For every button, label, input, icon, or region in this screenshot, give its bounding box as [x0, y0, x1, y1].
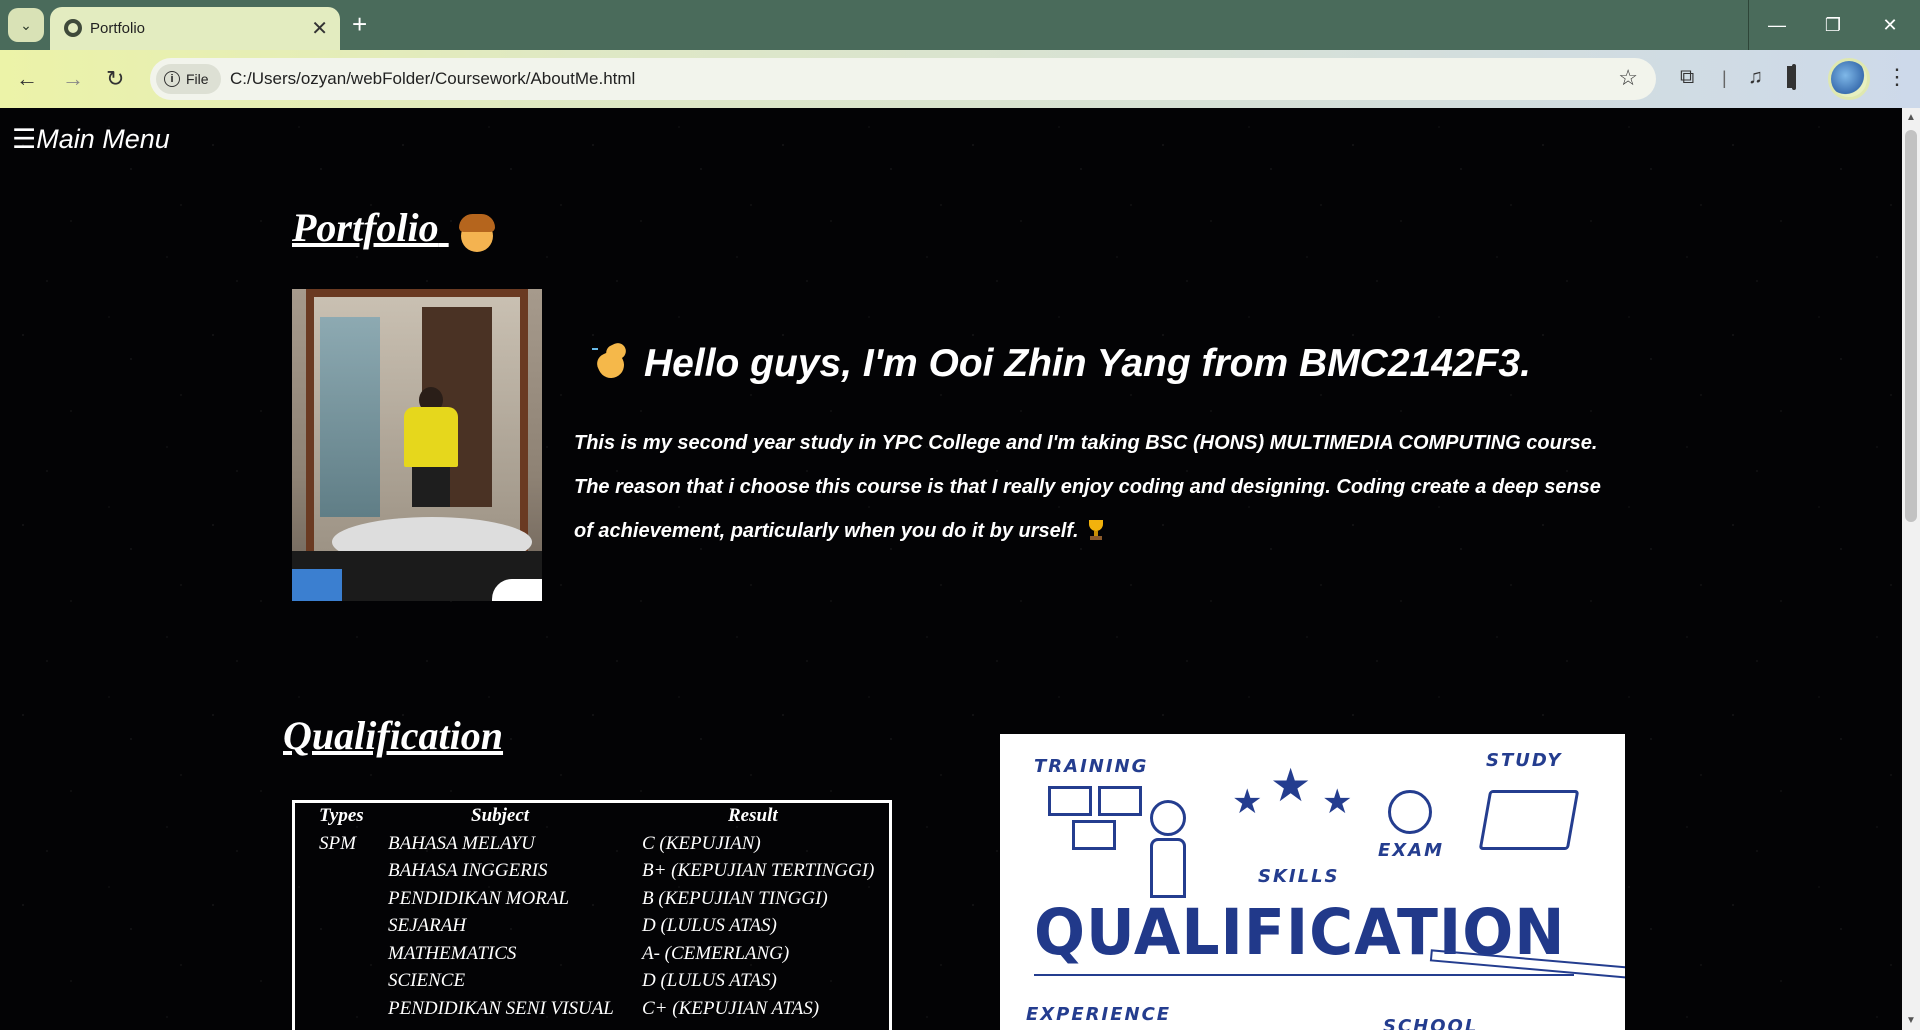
- main-menu-label: Main Menu: [36, 124, 170, 154]
- qualification-table: Types Subject Result SPM BAHASA MELAYU C…: [292, 800, 892, 1030]
- site-info-label: File: [186, 71, 209, 87]
- table-row: BAHASA INGGERIS B+ (KEPUJIAN TERTINGGI): [295, 858, 889, 886]
- table-row: PENDIDIKAN SENI VISUAL C+ (KEPUJIAN ATAS…: [295, 996, 889, 1024]
- column-header-types: Types: [319, 805, 364, 826]
- board-sketch-icon: [1098, 786, 1142, 816]
- cell-subject: MATHEMATICS: [388, 942, 517, 964]
- reload-button[interactable]: ↻: [106, 66, 124, 92]
- person-head-sketch-icon: [1150, 800, 1186, 836]
- media-control-icon[interactable]: ♫: [1748, 66, 1763, 89]
- forward-button[interactable]: →: [62, 66, 84, 92]
- cell-result: B+ (KEPUJIAN TERTINGGI): [642, 860, 875, 881]
- qualification-illustration: TRAINING STUDY EXAM SKILLS EXPERIENCE SC…: [1000, 734, 1625, 1030]
- tab-strip: ⌄ Portfolio ✕ + — ❐ ✕: [0, 0, 1920, 50]
- url-text[interactable]: C:/Users/ozyan/webFolder/Coursework/Abou…: [230, 69, 635, 89]
- new-tab-button[interactable]: +: [352, 9, 367, 40]
- profile-avatar[interactable]: [1828, 58, 1870, 100]
- tab-title: Portfolio: [90, 20, 146, 37]
- restore-button[interactable]: ❐: [1805, 0, 1861, 50]
- cell-subject: SEJARAH: [388, 915, 467, 936]
- table-row: SPM BAHASA MELAYU C (KEPUJIAN): [295, 831, 889, 859]
- browser-toolbar: ← → ↻ i File C:/Users/ozyan/webFolder/Co…: [0, 50, 1920, 108]
- column-header-subject: Subject: [471, 805, 530, 826]
- illustration-underline: [1034, 974, 1574, 976]
- cell-result: B (KEPUJIAN TINGGI): [642, 887, 828, 909]
- chevron-down-icon: ⌄: [20, 16, 32, 33]
- table-row: MATHEMATICS A- (CEMERLANG): [295, 941, 889, 969]
- table-row: SCIENCE D (LULUS ATAS): [295, 968, 889, 996]
- books-icon: [1478, 790, 1580, 850]
- star-icon: ★: [1322, 782, 1353, 822]
- star-icon: ★: [1232, 782, 1263, 822]
- extensions-icon[interactable]: ⧉: [1680, 66, 1694, 89]
- qualification-heading: Qualification: [283, 713, 504, 758]
- cell-result: C (KEPUJIAN): [642, 832, 761, 854]
- side-panel-icon[interactable]: [1792, 64, 1796, 90]
- illustration-word-experience: EXPERIENCE: [1026, 1004, 1172, 1025]
- address-bar[interactable]: i File C:/Users/ozyan/webFolder/Coursewo…: [150, 58, 1656, 100]
- close-window-button[interactable]: ✕: [1862, 0, 1918, 50]
- greeting-heading: Hello guys, I'm Ooi Zhin Yang from BMC21…: [592, 340, 1531, 386]
- trophy-icon: [1087, 520, 1105, 540]
- scroll-up-icon[interactable]: ▲: [1906, 112, 1916, 123]
- page-viewport: ☰Main Menu Portfolio Hello guys, I'm Ooi…: [0, 108, 1902, 1030]
- board-sketch-icon: [1072, 820, 1116, 850]
- page-scrollbar[interactable]: ▲ ▼: [1902, 108, 1920, 1030]
- tab-portfolio[interactable]: Portfolio ✕: [50, 7, 340, 50]
- cell-result: D (LULUS ATAS): [642, 915, 777, 936]
- cell-type: SPM: [319, 832, 356, 854]
- tab-search-button[interactable]: ⌄: [8, 8, 44, 42]
- globe-icon: [64, 19, 82, 37]
- cell-subject: BAHASA INGGERIS: [388, 860, 548, 881]
- page-title: Portfolio: [292, 204, 497, 252]
- page-title-text: Portfolio: [292, 205, 439, 250]
- illustration-word-study: STUDY: [1486, 750, 1563, 771]
- main-menu-button[interactable]: ☰Main Menu: [12, 124, 170, 155]
- profile-photo: [292, 289, 542, 601]
- hamburger-icon: ☰: [12, 124, 37, 154]
- toolbar-separator: |: [1722, 68, 1727, 88]
- illustration-word-exam: EXAM: [1378, 840, 1445, 861]
- cell-result: C+ (KEPUJIAN ATAS): [642, 997, 820, 1019]
- person-body-sketch-icon: [1150, 838, 1186, 898]
- cell-result: A- (CEMERLANG): [642, 942, 790, 964]
- column-header-result: Result: [728, 805, 778, 826]
- illustration-word-training: TRAINING: [1034, 756, 1149, 777]
- board-sketch-icon: [1048, 786, 1092, 816]
- about-paragraph: This is my second year study in YPC Coll…: [574, 421, 1624, 553]
- table-row: PENDIDIKAN MORAL B (KEPUJIAN TINGGI): [295, 886, 889, 914]
- boy-face-icon: [457, 212, 497, 252]
- close-tab-icon[interactable]: ✕: [311, 16, 328, 41]
- greeting-text: Hello guys, I'm Ooi Zhin Yang from BMC21…: [644, 342, 1531, 385]
- minimize-button[interactable]: —: [1749, 0, 1805, 50]
- checkmark-circle-icon: [1388, 790, 1432, 834]
- table-header-row: Types Subject Result: [295, 803, 889, 831]
- illustration-word-skills: SKILLS: [1258, 866, 1340, 887]
- star-icon: ★: [1270, 758, 1312, 812]
- illustration-word-school: SCHOOL: [1383, 1016, 1479, 1030]
- cell-subject: PENDIDIKAN SENI VISUAL: [388, 997, 614, 1019]
- table-row: SEJARAH D (LULUS ATAS): [295, 913, 889, 941]
- back-button[interactable]: ←: [16, 66, 38, 92]
- cell-subject: BAHASA MELAYU: [388, 832, 535, 854]
- info-icon: i: [164, 71, 180, 87]
- browser-menu-icon[interactable]: ⋮: [1886, 64, 1908, 90]
- site-info-chip[interactable]: i File: [156, 64, 221, 94]
- scroll-down-icon[interactable]: ▼: [1906, 1015, 1916, 1026]
- waving-hand-icon: [592, 340, 632, 383]
- cell-subject: SCIENCE: [388, 970, 466, 991]
- scroll-thumb[interactable]: [1905, 130, 1917, 522]
- cell-result: D (LULUS ATAS): [642, 970, 777, 991]
- bookmark-star-icon[interactable]: ☆: [1618, 65, 1638, 91]
- cell-subject: PENDIDIKAN MORAL: [388, 887, 570, 909]
